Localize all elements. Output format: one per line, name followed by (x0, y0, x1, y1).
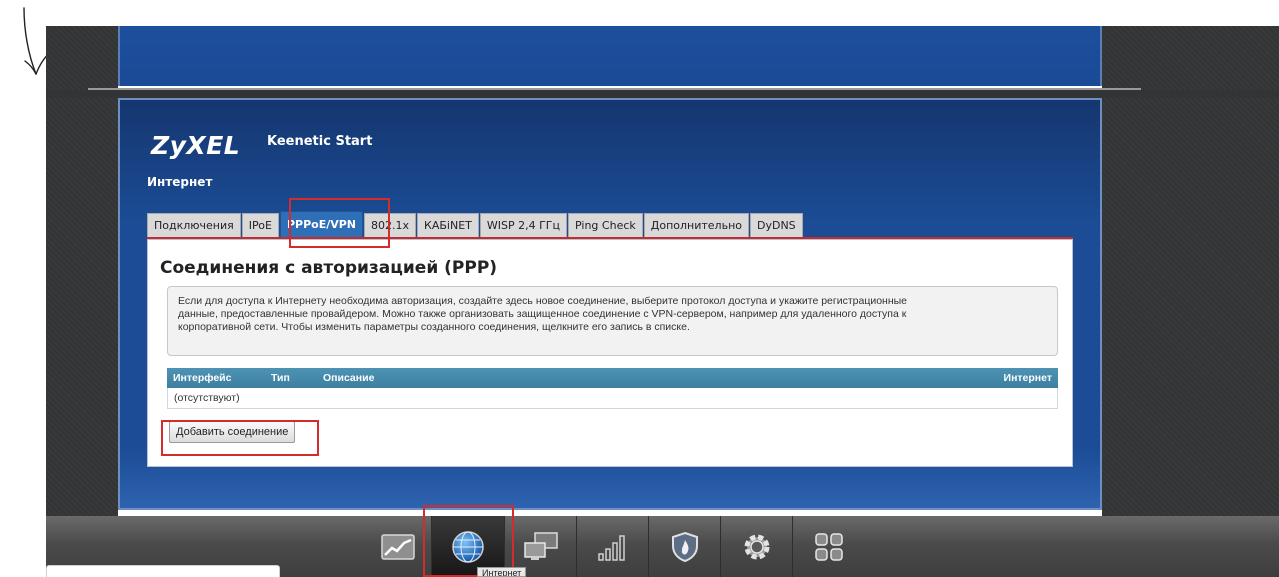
browser-status-chip (46, 565, 280, 577)
tooltip: Интернет (477, 567, 527, 577)
page-title: Интернет (147, 175, 213, 189)
tab-ping-check[interactable]: Ping Check (568, 213, 643, 237)
network-icon (524, 531, 558, 560)
tab-wisp[interactable]: WISP 2,4 ГГц (479, 213, 568, 237)
column-header-description[interactable]: Описание (323, 372, 374, 384)
shield-icon (672, 531, 698, 562)
top-banner (118, 26, 1102, 86)
taskbar-apps[interactable] (793, 516, 865, 577)
tab-advanced[interactable]: Дополнительно (643, 213, 749, 237)
taskbar-system[interactable] (721, 516, 793, 577)
column-header-interface[interactable]: Интерфейс (173, 372, 231, 384)
tab-connections[interactable]: Подключения (147, 213, 241, 237)
table-header: Интерфейс Тип Описание Интернет (167, 368, 1058, 388)
tab-kabinet[interactable]: КАБiNET (417, 213, 479, 237)
background-right (1102, 26, 1279, 516)
column-header-type[interactable]: Тип (271, 372, 290, 384)
info-text-line: корпоративной сети. Чтобы изменить парам… (178, 321, 690, 333)
highlight-pppoe-tab (289, 198, 390, 248)
column-header-internet[interactable]: Интернет (1004, 372, 1052, 384)
tab-ipoe[interactable]: IPoE (241, 213, 279, 237)
background-left (46, 26, 118, 516)
content-heading: Соединения с авторизацией (PPP) (160, 258, 498, 278)
apps-grid-icon (815, 532, 843, 561)
highlight-add-button (161, 420, 319, 456)
info-text-line: Если для доступа к Интернету необходима … (178, 295, 908, 307)
taskbar-security[interactable] (649, 516, 721, 577)
taskbar-wifi[interactable] (577, 516, 649, 577)
background-band (46, 90, 1279, 98)
tab-dydns[interactable]: DyDNS (750, 213, 803, 237)
model-name: Keenetic Start (267, 134, 373, 149)
info-box: Если для доступа к Интернету необходима … (167, 286, 1058, 356)
info-text-line: данные, предоставленные провайдером. Мож… (178, 308, 907, 320)
zyxel-logo: ZyXEL (151, 131, 241, 160)
signal-bars-icon (598, 534, 625, 561)
chart-icon (381, 533, 415, 560)
table-row-empty: (отсутствуют) (167, 388, 1058, 409)
gear-icon (744, 534, 770, 559)
tab-bar: Подключения IPoE PPPoE/VPN 802.1x КАБiNE… (147, 211, 804, 237)
